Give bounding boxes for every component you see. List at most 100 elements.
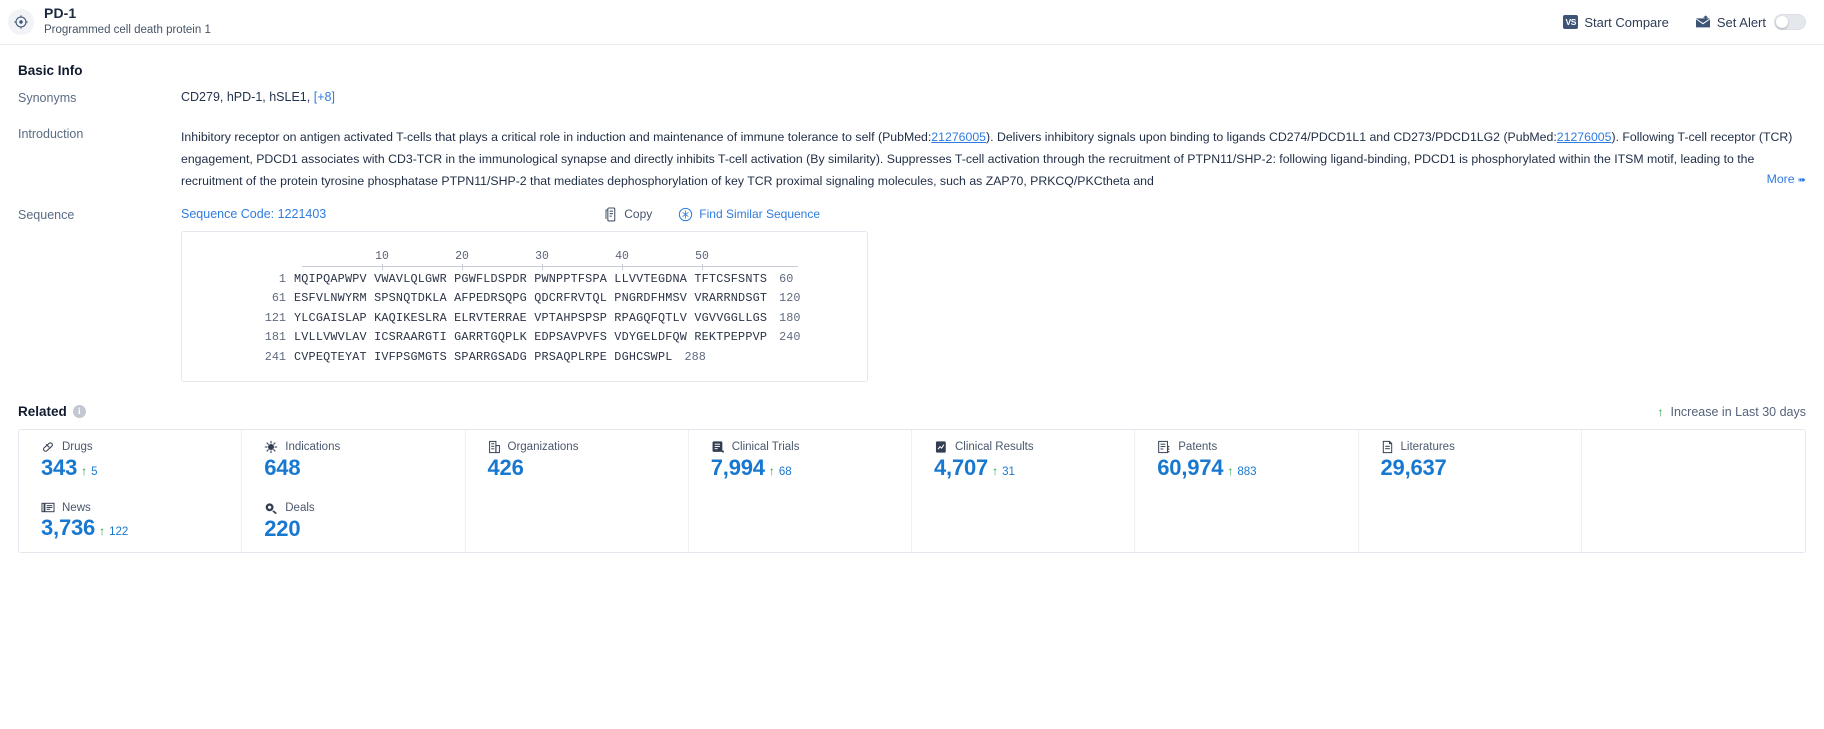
introduction-value: Inhibitory receptor on antigen activated… bbox=[181, 126, 1806, 193]
related-stat-label: Drugs bbox=[62, 441, 93, 454]
set-alert-button[interactable]: Set Alert bbox=[1695, 14, 1806, 30]
ruler-tick bbox=[542, 263, 543, 270]
ruler-line bbox=[302, 265, 798, 267]
related-stat-delta: 68 bbox=[778, 466, 792, 479]
sequence-row: 121 YLCGAISLAP KAQIKESLRA ELRVTERRAE VPTA… bbox=[198, 309, 851, 329]
related-legend-label: Increase in Last 30 days bbox=[1670, 404, 1807, 419]
related-stat-card[interactable]: Drugs 343 ↑ 5 bbox=[19, 430, 243, 492]
sequence-row: 181 LVLLVWVLAV ICSRAARGTI GARRTGQPLK EDPS… bbox=[198, 328, 851, 348]
related-stat-card[interactable]: Clinical Results 4,707 ↑ 31 bbox=[912, 430, 1136, 492]
start-compare-button[interactable]: VS Start Compare bbox=[1563, 15, 1669, 30]
sequence-end-index: 288 bbox=[684, 349, 706, 364]
introduction-more-button[interactable]: More ➠ bbox=[1726, 168, 1806, 193]
synonyms-value: CD279, hPD-1, hSLE1, [+8] bbox=[181, 90, 1806, 104]
related-stats-row: Drugs 343 ↑ 5 Indications 648 Organizations 426… bbox=[19, 430, 1805, 492]
sequence-start-index: 121 bbox=[264, 310, 286, 325]
related-stat-label: Literatures bbox=[1400, 441, 1455, 454]
sequence-residues: CVPEQTEYAT IVFPSGMGTS SPARRGSADG PRSAQPL… bbox=[294, 349, 673, 364]
page-header: PD-1 Programmed cell death protein 1 VS … bbox=[0, 0, 1824, 45]
ruler-tick-label: 40 bbox=[615, 249, 629, 263]
ruler-tick bbox=[702, 263, 703, 270]
related-stat-delta: 883 bbox=[1237, 466, 1257, 479]
sequence-row: 1 MQIPQAPWPV VWAVLQLGWR PGWFLDSPDR PWNPPT… bbox=[198, 270, 851, 290]
copy-label: Copy bbox=[624, 207, 653, 222]
find-similar-label: Find Similar Sequence bbox=[699, 207, 821, 222]
copy-icon bbox=[604, 207, 618, 222]
related-stat-label: News bbox=[62, 501, 91, 514]
ruler-tick bbox=[622, 263, 623, 270]
basic-info-title: Basic Info bbox=[18, 63, 83, 78]
related-stat-value: 3,736 bbox=[41, 515, 96, 541]
pubmed-link-2[interactable]: 21276005 bbox=[1557, 130, 1612, 144]
sequence-row: 61 ESFVLNWYRM SPSNQTDKLA AFPEDRSQPG QDCRF… bbox=[198, 289, 851, 309]
sequence-start-index: 1 bbox=[278, 271, 286, 286]
related-stat-card[interactable]: Deals 220 bbox=[242, 491, 466, 553]
target-icon bbox=[8, 9, 34, 35]
synonyms-more-link[interactable]: [+8] bbox=[314, 90, 335, 104]
increase-arrow-icon: ↑ bbox=[99, 524, 106, 539]
increase-arrow-icon: ↑ bbox=[1657, 404, 1664, 419]
clinical-result-icon bbox=[934, 440, 948, 454]
related-stat-card[interactable]: Clinical Trials 7,994 ↑ 68 bbox=[689, 430, 912, 492]
find-similar-icon bbox=[678, 207, 693, 222]
sequence-box: 10 20 30 40 50 1 MQIPQAPWPV VWAVLQLGWR PGWFLD… bbox=[181, 230, 868, 383]
related-stat-delta: 122 bbox=[109, 526, 129, 539]
capsule-icon bbox=[41, 440, 55, 454]
related-stat-value: 29,637 bbox=[1380, 455, 1447, 481]
related-stats-row: News 3,736 ↑ 122 Deals 220 bbox=[19, 491, 1805, 553]
related-stat-label: Indications bbox=[285, 441, 341, 454]
copy-button[interactable]: Copy bbox=[604, 207, 652, 222]
building-icon bbox=[488, 440, 501, 454]
page-subtitle: Programmed cell death protein 1 bbox=[44, 24, 211, 36]
related-stat-card[interactable]: Literatures 29,637 bbox=[1359, 430, 1582, 492]
vs-icon: VS bbox=[1563, 15, 1579, 29]
sequence-start-index: 61 bbox=[271, 291, 286, 306]
news-icon bbox=[41, 501, 55, 514]
related-stat-value: 220 bbox=[264, 516, 301, 542]
related-stat-card[interactable]: Patents 60,974 ↑ 883 bbox=[1135, 430, 1359, 492]
info-icon[interactable]: i bbox=[72, 405, 86, 419]
start-compare-label: Start Compare bbox=[1584, 14, 1669, 30]
virus-icon bbox=[264, 440, 278, 454]
sequence-start-index: 241 bbox=[264, 349, 286, 364]
sequence-residues: ESFVLNWYRM SPSNQTDKLA AFPEDRSQPG QDCRFRV… bbox=[294, 291, 768, 306]
pubmed-link-1[interactable]: 21276005 bbox=[931, 130, 986, 144]
related-stat-label: Clinical Results bbox=[955, 441, 1034, 454]
sequence-residues: MQIPQAPWPV VWAVLQLGWR PGWFLDSPDR PWNPPTF… bbox=[294, 271, 768, 286]
introduction-text: Inhibitory receptor on antigen activated… bbox=[181, 126, 1806, 193]
set-alert-label: Set Alert bbox=[1716, 14, 1766, 30]
chevron-down-icon: ➠ bbox=[1797, 175, 1806, 187]
related-stat-card[interactable]: Organizations 426 bbox=[466, 430, 689, 492]
clinical-trial-icon bbox=[711, 440, 725, 454]
sequence-ruler: 10 20 30 40 50 bbox=[302, 244, 798, 270]
ruler-tick bbox=[382, 263, 383, 270]
sequence-row: 241 CVPEQTEYAT IVFPSGMGTS SPARRGSADG PRSA… bbox=[198, 348, 851, 368]
set-alert-toggle[interactable] bbox=[1774, 14, 1806, 30]
ruler-tick-label: 10 bbox=[375, 249, 389, 263]
sequence-end-index: 120 bbox=[779, 291, 801, 306]
related-stat-placeholder bbox=[689, 491, 912, 553]
introduction-row: Introduction Inhibitory receptor on anti… bbox=[18, 126, 1806, 193]
increase-arrow-icon: ↑ bbox=[1227, 464, 1234, 479]
title-block: PD-1 Programmed cell death protein 1 bbox=[44, 6, 211, 38]
related-stat-placeholder bbox=[1359, 491, 1582, 553]
synonyms-label: Synonyms bbox=[18, 91, 77, 105]
related-stat-label: Clinical Trials bbox=[731, 441, 800, 454]
sequence-residues: YLCGAISLAP KAQIKESLRA ELRVTERRAE VPTAHPS… bbox=[294, 310, 768, 325]
increase-arrow-icon: ↑ bbox=[992, 464, 999, 479]
related-stat-value: 7,994 bbox=[710, 455, 765, 481]
sequence-section: Sequence Sequence Code: 1221403 Copy Fin… bbox=[0, 207, 1824, 383]
find-similar-sequence-button[interactable]: Find Similar Sequence bbox=[678, 207, 820, 222]
sequence-start-index: 181 bbox=[264, 330, 286, 345]
page-title: PD-1 bbox=[44, 5, 77, 21]
related-stat-card[interactable]: Indications 648 bbox=[242, 430, 466, 492]
introduction-label: Introduction bbox=[18, 127, 84, 141]
related-stat-label: Organizations bbox=[507, 441, 579, 454]
sequence-tools: Copy Find Similar Sequence bbox=[604, 207, 820, 222]
patent-icon bbox=[1157, 440, 1171, 454]
sequence-code[interactable]: Sequence Code: 1221403 bbox=[181, 207, 326, 221]
increase-arrow-icon: ↑ bbox=[81, 464, 88, 479]
related-stat-card[interactable]: News 3,736 ↑ 122 bbox=[19, 491, 243, 553]
related-stat-delta: 31 bbox=[1002, 466, 1015, 479]
synonyms-text: CD279, hPD-1, hSLE1, bbox=[181, 90, 311, 104]
